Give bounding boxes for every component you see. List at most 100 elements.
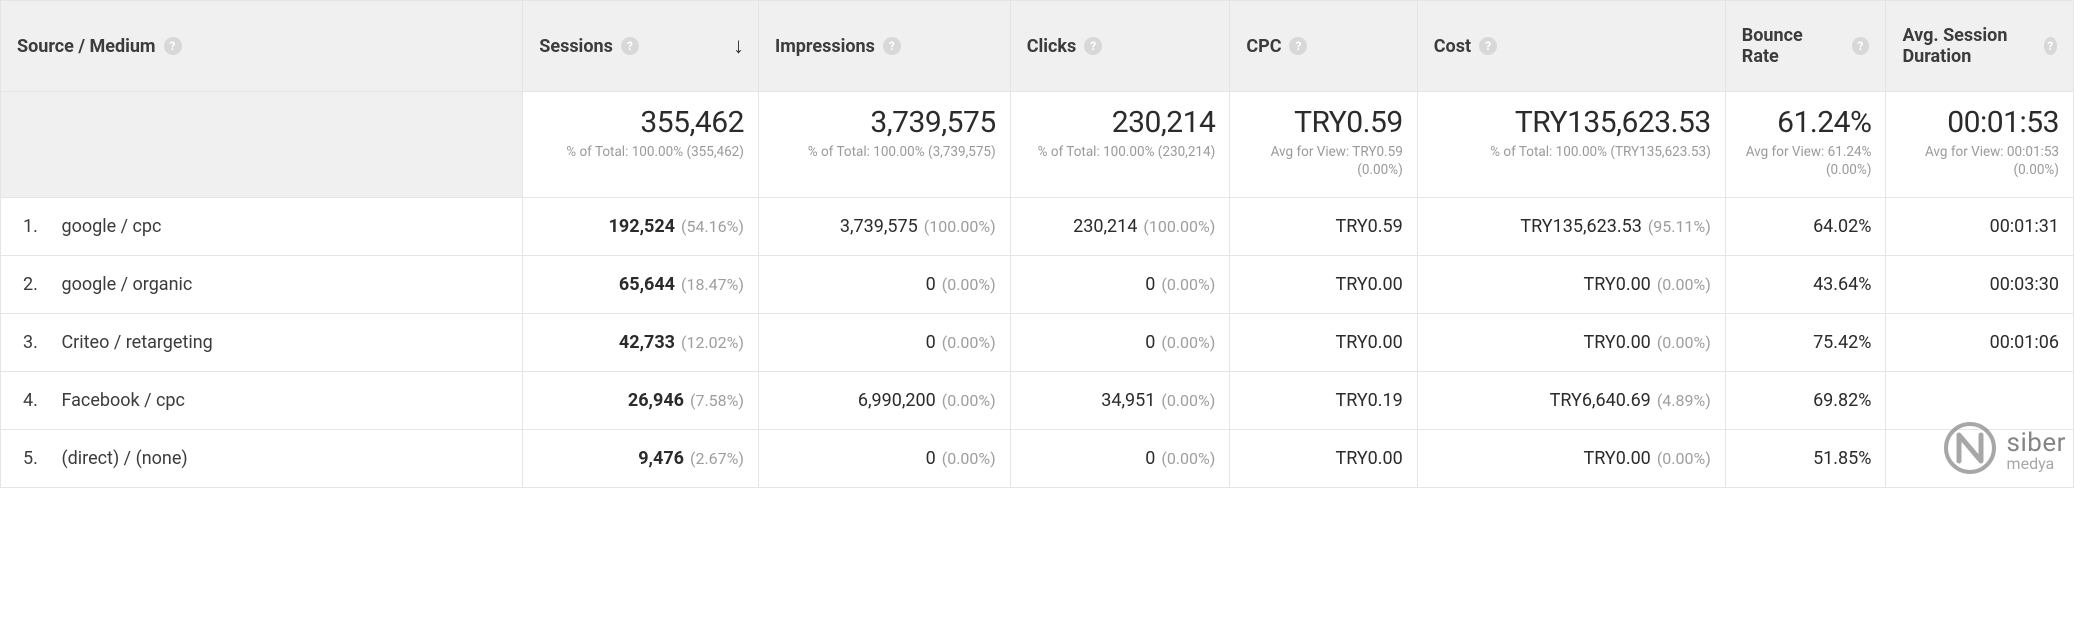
value: TRY0.00 bbox=[1335, 448, 1402, 469]
col-header-label: CPC bbox=[1246, 36, 1281, 57]
totals-value: 3,739,575 bbox=[773, 106, 996, 139]
percent: (0.00%) bbox=[942, 391, 996, 410]
col-header-label: Avg. Session Duration bbox=[1902, 25, 2035, 67]
table-row[interactable]: 1. google / cpc 192,524 (54.16%) 3,739,57… bbox=[1, 198, 2074, 256]
percent: (0.00%) bbox=[1161, 333, 1215, 352]
percent: (95.11%) bbox=[1648, 217, 1711, 236]
avg-cell bbox=[1886, 430, 2074, 488]
value: TRY0.00 bbox=[1335, 332, 1402, 353]
col-header-clicks[interactable]: Clicks ? bbox=[1010, 1, 1230, 92]
totals-sub: Avg for View: 61.24% (0.00%) bbox=[1740, 143, 1872, 179]
col-header-cost[interactable]: Cost ? bbox=[1417, 1, 1725, 92]
source-cell[interactable]: 2. google / organic bbox=[1, 256, 523, 314]
row-number: 5. bbox=[23, 448, 43, 469]
totals-sub: % of Total: 100.00% (3,739,575) bbox=[773, 143, 996, 161]
help-icon[interactable]: ? bbox=[2044, 37, 2057, 55]
col-header-impressions[interactable]: Impressions ? bbox=[758, 1, 1010, 92]
percent: (0.00%) bbox=[942, 449, 996, 468]
avg-cell bbox=[1886, 372, 2074, 430]
table-row[interactable]: 2. google / organic 65,644 (18.47%) 0 (0.0… bbox=[1, 256, 2074, 314]
bounce-cell: 43.64% bbox=[1725, 256, 1886, 314]
percent: (0.00%) bbox=[1161, 449, 1215, 468]
col-header-source[interactable]: Source / Medium ? bbox=[1, 1, 523, 92]
cost-cell: TRY0.00(0.00%) bbox=[1417, 256, 1725, 314]
cpc-cell: TRY0.00 bbox=[1230, 256, 1417, 314]
totals-sub: Avg for View: 00:01:53 (0.00%) bbox=[1900, 143, 2059, 179]
clicks-cell: 0 (0.00%) bbox=[1010, 256, 1230, 314]
percent: (0.00%) bbox=[942, 275, 996, 294]
value: 00:01:31 bbox=[1990, 216, 2059, 237]
help-icon[interactable]: ? bbox=[1289, 37, 1307, 55]
percent: (0.00%) bbox=[1161, 275, 1215, 294]
clicks-cell: 34,951(0.00%) bbox=[1010, 372, 1230, 430]
source-medium: (direct) / (none) bbox=[61, 448, 187, 469]
value: 0 bbox=[926, 274, 936, 295]
source-cell[interactable]: 5. (direct) / (none) bbox=[1, 430, 523, 488]
value: 0 bbox=[1145, 274, 1155, 295]
value: 69.82% bbox=[1813, 390, 1871, 411]
bounce-cell: 75.42% bbox=[1725, 314, 1886, 372]
value: 0 bbox=[1145, 332, 1155, 353]
totals-value: TRY0.59 bbox=[1244, 106, 1402, 139]
value: 9,476 bbox=[638, 448, 684, 469]
totals-source-cell bbox=[1, 92, 523, 198]
totals-row: 355,462 % of Total: 100.00% (355,462) 3,… bbox=[1, 92, 2074, 198]
help-icon[interactable]: ? bbox=[1852, 37, 1870, 55]
bounce-cell: 64.02% bbox=[1725, 198, 1886, 256]
col-header-label: Source / Medium bbox=[17, 36, 156, 57]
avg-cell: 00:03:30 bbox=[1886, 256, 2074, 314]
percent: (0.00%) bbox=[1657, 449, 1711, 468]
value: 34,951 bbox=[1101, 390, 1155, 411]
col-header-bounce[interactable]: Bounce Rate ? bbox=[1725, 1, 1886, 92]
percent: (0.00%) bbox=[1657, 333, 1711, 352]
value: TRY0.59 bbox=[1335, 216, 1402, 237]
sort-descending-icon[interactable]: ↓ bbox=[733, 33, 744, 59]
totals-sub: % of Total: 100.00% (355,462) bbox=[537, 143, 744, 161]
totals-cpc: TRY0.59 Avg for View: TRY0.59 (0.00%) bbox=[1230, 92, 1417, 198]
totals-value: 00:01:53 bbox=[1900, 106, 2059, 139]
value: 0 bbox=[926, 448, 936, 469]
source-cell[interactable]: 3. Criteo / retargeting bbox=[1, 314, 523, 372]
row-number: 2. bbox=[23, 274, 43, 295]
totals-value: 355,462 bbox=[537, 106, 744, 139]
source-cell[interactable]: 4. Facebook / cpc bbox=[1, 372, 523, 430]
table-row[interactable]: 5. (direct) / (none) 9,476(2.67%) 0(0.00… bbox=[1, 430, 2074, 488]
value: 0 bbox=[1145, 448, 1155, 469]
help-icon[interactable]: ? bbox=[1084, 37, 1102, 55]
help-icon[interactable]: ? bbox=[621, 37, 639, 55]
col-header-avg-session[interactable]: Avg. Session Duration ? bbox=[1886, 1, 2074, 92]
totals-clicks: 230,214 % of Total: 100.00% (230,214) bbox=[1010, 92, 1230, 198]
col-header-label: Impressions bbox=[775, 36, 875, 57]
sessions-cell: 192,524 (54.16%) bbox=[523, 198, 759, 256]
percent: (18.47%) bbox=[681, 275, 744, 294]
value: 192,524 bbox=[609, 216, 675, 237]
totals-value: TRY135,623.53 bbox=[1432, 106, 1711, 139]
value: TRY0.00 bbox=[1583, 274, 1650, 295]
col-header-cpc[interactable]: CPC ? bbox=[1230, 1, 1417, 92]
table-row[interactable]: 4. Facebook / cpc 26,946(7.58%) 6,990,20… bbox=[1, 372, 2074, 430]
value: 65,644 bbox=[619, 274, 675, 295]
table-header-row: Source / Medium ? Sessions ? ↓ Impressio… bbox=[1, 1, 2074, 92]
totals-sub: % of Total: 100.00% (230,214) bbox=[1025, 143, 1216, 161]
totals-sub: Avg for View: TRY0.59 (0.00%) bbox=[1244, 143, 1402, 179]
value: 42,733 bbox=[619, 332, 675, 353]
value: 00:01:06 bbox=[1990, 332, 2059, 353]
source-cell[interactable]: 1. google / cpc bbox=[1, 198, 523, 256]
percent: (4.89%) bbox=[1657, 391, 1711, 410]
help-icon[interactable]: ? bbox=[883, 37, 901, 55]
help-icon[interactable]: ? bbox=[1479, 37, 1497, 55]
impressions-cell: 0 (0.00%) bbox=[758, 256, 1010, 314]
value: 0 bbox=[926, 332, 936, 353]
col-header-sessions[interactable]: Sessions ? ↓ bbox=[523, 1, 759, 92]
table-row[interactable]: 3. Criteo / retargeting 42,733 (12.02%) 0… bbox=[1, 314, 2074, 372]
percent: (54.16%) bbox=[681, 217, 744, 236]
col-header-label: Cost bbox=[1434, 36, 1471, 57]
totals-bounce: 61.24% Avg for View: 61.24% (0.00%) bbox=[1725, 92, 1886, 198]
help-icon[interactable]: ? bbox=[164, 37, 182, 55]
source-medium: google / cpc bbox=[61, 216, 161, 237]
impressions-cell: 3,739,575(100.00%) bbox=[758, 198, 1010, 256]
value: 51.85% bbox=[1813, 448, 1871, 469]
percent: (12.02%) bbox=[681, 333, 744, 352]
value: 00:03:30 bbox=[1990, 274, 2059, 295]
value: 6,990,200 bbox=[858, 390, 936, 411]
